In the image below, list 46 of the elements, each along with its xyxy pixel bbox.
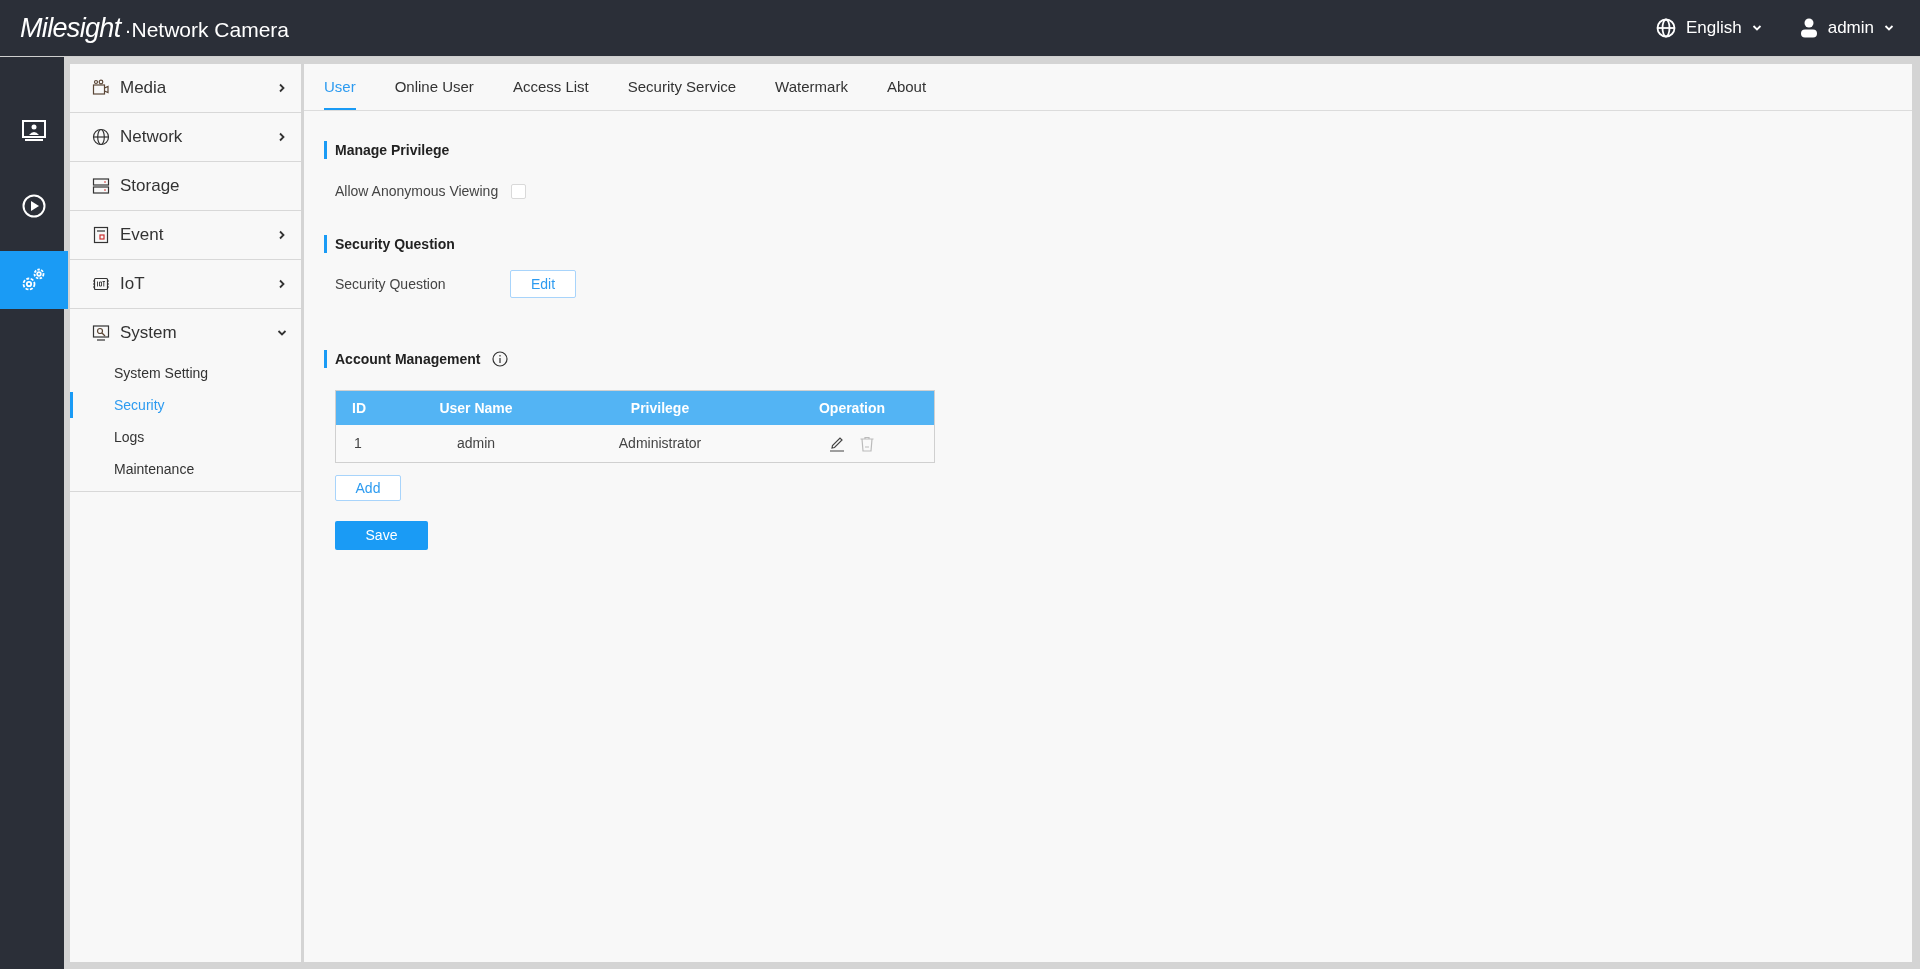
table-cell-text: 1 [353, 434, 363, 453]
field-label: Allow Anonymous Viewing [335, 182, 499, 201]
user-menu[interactable]: admin [1799, 15, 1894, 41]
chevron-down-icon [1751, 24, 1762, 32]
column-header: ID [351, 398, 367, 418]
globe-icon [1655, 18, 1676, 38]
globe-icon [92, 128, 110, 146]
chevron-down-icon [1884, 24, 1894, 32]
tab[interactable]: Security Service [627, 75, 737, 110]
edit-icon-button[interactable] [829, 435, 845, 452]
info-icon [492, 351, 509, 367]
column-header: Operation [817, 398, 887, 418]
language-menu[interactable]: English [1655, 15, 1762, 41]
field-label: Security Question [335, 274, 447, 294]
section-title: Manage Privilege [324, 141, 1912, 159]
tab[interactable]: Watermark [775, 75, 848, 110]
checkbox[interactable] [511, 184, 527, 199]
table-cell-text: admin [455, 434, 497, 453]
camera-icon [92, 79, 110, 97]
tab[interactable]: Access List [512, 75, 589, 110]
column-header: User Name [438, 398, 514, 418]
tab[interactable]: About [886, 75, 927, 110]
submenu-item[interactable]: Logs [70, 424, 301, 450]
trash-icon [859, 435, 875, 452]
menu-item[interactable]: Event [70, 211, 301, 259]
tab[interactable]: Online User [394, 75, 474, 110]
submenu-item[interactable]: Maintenance [70, 456, 301, 482]
menu-item[interactable]: Network [70, 113, 301, 161]
pencil-icon [829, 435, 845, 452]
menu-item[interactable]: Media [70, 64, 301, 112]
product-name: ·Network Camera [124, 16, 289, 43]
table-cell-text: Administrator [617, 434, 703, 453]
section-title: Account Management [324, 350, 481, 368]
chip-icon [92, 275, 110, 293]
storage-icon [92, 177, 110, 195]
playback-icon [21, 193, 47, 219]
user-icon [1799, 18, 1818, 38]
menu-item[interactable]: IoT [70, 260, 301, 308]
menu-item[interactable]: Storage [70, 162, 301, 210]
section-title: Security Question [324, 235, 1912, 253]
brand-logo: Milesight [20, 11, 121, 45]
event-icon [92, 226, 110, 244]
monitor-wrench-icon [92, 324, 110, 342]
column-header: Privilege [629, 398, 691, 418]
submenu-item[interactable]: System Setting [70, 360, 301, 386]
menu-item[interactable]: System [70, 309, 301, 357]
